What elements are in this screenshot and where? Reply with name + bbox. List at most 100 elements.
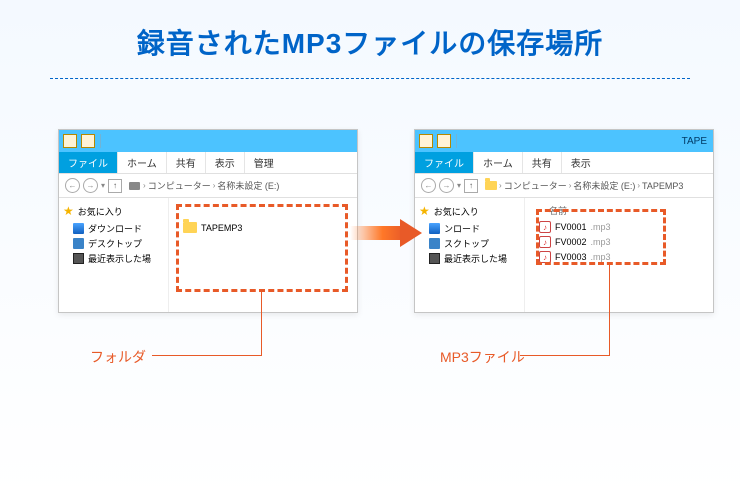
file-pane[interactable]: TAPEMP3: [169, 198, 357, 312]
explorer-window-right: TAPE ファイル ホーム 共有 表示 ← → ▾ ↑ › コンピューター › …: [414, 129, 714, 313]
sidebar-item-label: 最近表示した場: [444, 252, 507, 265]
tab-share[interactable]: 共有: [523, 152, 562, 173]
desktop-icon: [73, 238, 84, 249]
sidebar: ★ お気に入り ンロード スクトップ 最近表示した場: [415, 198, 525, 312]
file-name: FV0003: [555, 252, 587, 262]
breadcrumb[interactable]: › コンピューター › 名称未設定 (E:): [129, 179, 279, 192]
nav-up-button[interactable]: ↑: [108, 179, 122, 193]
tab-manage[interactable]: 管理: [245, 152, 283, 173]
file-ext: .mp3: [591, 222, 611, 232]
sidebar-item-label: ダウンロード: [88, 222, 142, 235]
column-header-name[interactable]: 名前: [549, 204, 707, 217]
chevron-right-icon: ›: [499, 181, 502, 190]
crumb-computer[interactable]: コンピューター: [148, 179, 211, 192]
leader-line: [609, 265, 610, 355]
leader-line: [520, 355, 610, 356]
sidebar-item-label: デスクトップ: [88, 237, 142, 250]
folder-item[interactable]: TAPEMP3: [183, 222, 351, 233]
file-name: FV0002: [555, 237, 587, 247]
mp3-icon: [539, 236, 551, 248]
caption-mp3: MP3ファイル: [440, 347, 525, 367]
crumb-computer[interactable]: コンピューター: [504, 179, 567, 192]
sidebar-item-downloads[interactable]: ンロード: [429, 222, 520, 235]
nav-forward-button[interactable]: →: [83, 178, 98, 193]
leader-line: [152, 355, 262, 356]
nav-back-button[interactable]: ←: [421, 178, 436, 193]
ribbon-tabs: ファイル ホーム 共有 表示: [415, 152, 713, 174]
download-icon: [73, 223, 84, 234]
tab-home[interactable]: ホーム: [118, 152, 167, 173]
tab-view[interactable]: 表示: [206, 152, 245, 173]
chevron-down-icon[interactable]: ▾: [457, 181, 461, 190]
download-icon: [429, 223, 440, 234]
sidebar-item-desktop[interactable]: スクトップ: [429, 237, 520, 250]
chevron-right-icon: ›: [143, 181, 146, 190]
folder-name: TAPEMP3: [201, 223, 242, 233]
sidebar-item-recent[interactable]: 最近表示した場: [73, 252, 164, 265]
window-titlebar[interactable]: [59, 130, 357, 152]
chevron-right-icon: ›: [213, 181, 216, 190]
nav-up-button[interactable]: ↑: [464, 179, 478, 193]
tab-view[interactable]: 表示: [562, 152, 600, 173]
caption-folder: フォルダ: [90, 347, 146, 367]
window-body: ★ お気に入り ダウンロード デスクトップ 最近表示した場: [59, 198, 357, 312]
breadcrumb[interactable]: › コンピューター › 名称未設定 (E:) › TAPEMP3: [485, 179, 683, 192]
tab-file[interactable]: ファイル: [59, 152, 118, 173]
page-title: 録音されたMP3ファイルの保存場所: [0, 0, 740, 62]
star-icon: ★: [419, 204, 430, 218]
recent-icon: [73, 253, 84, 264]
separator: [456, 134, 457, 148]
crumb-folder[interactable]: TAPEMP3: [642, 181, 683, 191]
file-item[interactable]: FV0003 .mp3: [539, 251, 707, 263]
ribbon-tabs: ファイル ホーム 共有 表示 管理: [59, 152, 357, 174]
drive-icon: [129, 182, 140, 190]
tab-share[interactable]: 共有: [167, 152, 206, 173]
folder-icon: [485, 181, 497, 190]
stage: ファイル ホーム 共有 表示 管理 ← → ▾ ↑ › コンピューター › 名称…: [0, 129, 740, 489]
crumb-drive[interactable]: 名称未設定 (E:): [217, 179, 279, 192]
nav-forward-button[interactable]: →: [439, 178, 454, 193]
window-titlebar[interactable]: TAPE: [415, 130, 713, 152]
sidebar-item-label: 最近表示した場: [88, 252, 151, 265]
sidebar-item-label: スクトップ: [444, 237, 489, 250]
sidebar-fav-label: お気に入り: [78, 205, 123, 218]
file-item[interactable]: FV0002 .mp3: [539, 236, 707, 248]
file-ext: .mp3: [591, 237, 611, 247]
chevron-right-icon: ›: [569, 181, 572, 190]
folder-icon: [183, 222, 197, 233]
separator: [100, 134, 101, 148]
folder-icon: [63, 134, 77, 148]
file-ext: .mp3: [591, 252, 611, 262]
sidebar-favorites[interactable]: ★ お気に入り: [63, 204, 164, 218]
file-pane[interactable]: 名前 FV0001 .mp3 FV0002 .mp3 FV0003 .mp3: [525, 198, 713, 312]
arrow-right-icon: [350, 219, 424, 247]
file-name: FV0001: [555, 222, 587, 232]
sidebar-item-recent[interactable]: 最近表示した場: [429, 252, 520, 265]
tab-home[interactable]: ホーム: [474, 152, 523, 173]
desktop-icon: [429, 238, 440, 249]
mp3-icon: [539, 251, 551, 263]
recent-icon: [429, 253, 440, 264]
crumb-drive[interactable]: 名称未設定 (E:): [573, 179, 635, 192]
quick-access-icon[interactable]: [81, 134, 95, 148]
star-icon: ★: [63, 204, 74, 218]
sidebar-item-label: ンロード: [444, 222, 480, 235]
leader-line: [261, 292, 262, 355]
sidebar: ★ お気に入り ダウンロード デスクトップ 最近表示した場: [59, 198, 169, 312]
window-title: TAPE: [682, 136, 709, 147]
file-item[interactable]: FV0001 .mp3: [539, 221, 707, 233]
chevron-right-icon: ›: [637, 181, 640, 190]
mp3-icon: [539, 221, 551, 233]
nav-bar: ← → ▾ ↑ › コンピューター › 名称未設定 (E:) › TAPEMP3: [415, 174, 713, 198]
nav-back-button[interactable]: ←: [65, 178, 80, 193]
tab-file[interactable]: ファイル: [415, 152, 474, 173]
explorer-window-left: ファイル ホーム 共有 表示 管理 ← → ▾ ↑ › コンピューター › 名称…: [58, 129, 358, 313]
sidebar-favorites[interactable]: ★ お気に入り: [419, 204, 520, 218]
title-underline: [50, 78, 690, 79]
sidebar-fav-label: お気に入り: [434, 205, 479, 218]
quick-access-icon[interactable]: [437, 134, 451, 148]
nav-bar: ← → ▾ ↑ › コンピューター › 名称未設定 (E:): [59, 174, 357, 198]
sidebar-item-desktop[interactable]: デスクトップ: [73, 237, 164, 250]
sidebar-item-downloads[interactable]: ダウンロード: [73, 222, 164, 235]
chevron-down-icon[interactable]: ▾: [101, 181, 105, 190]
